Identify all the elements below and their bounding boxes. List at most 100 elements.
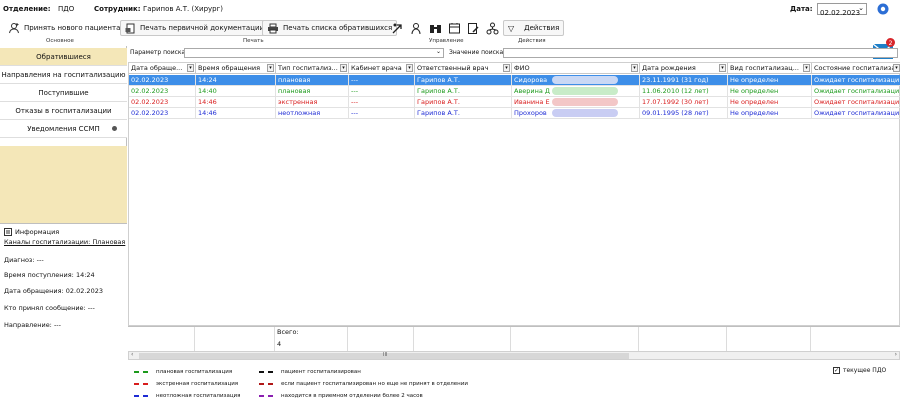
column-header[interactable]: Тип госпитализ... ▾ (276, 63, 349, 74)
table-cell: 14:24 (196, 75, 276, 86)
redacted-name-mask (552, 109, 618, 117)
column-header[interactable]: Кабинет врача ▾ (349, 63, 415, 74)
table-row[interactable]: 02.02.2023 14:46 неотложная --- Гарипов А.Т.… (129, 108, 900, 119)
info-accepted-by: Кто принял сообщение: --- (4, 304, 95, 312)
print-list-label: Печать списка обратившихся (283, 24, 393, 32)
binoculars-button[interactable] (427, 20, 444, 36)
legend-swatch (259, 395, 273, 397)
legend-item: пациент госпитализирован (259, 369, 361, 375)
filter-dropdown-icon[interactable]: ▾ (503, 64, 510, 72)
sidebar-item-admitted[interactable]: Поступившие (0, 84, 127, 102)
sidebar-item-applicants[interactable]: Обратившиеся (0, 48, 127, 66)
footer-cell (511, 327, 639, 352)
structure-icon (486, 22, 499, 34)
calendar-button[interactable] (446, 20, 463, 36)
sidebar-item-label: Направления на госпитализацию (1, 70, 126, 79)
filter-dropdown-icon[interactable]: ▾ (406, 64, 413, 72)
print-primary-button[interactable]: Печать первичной документации (120, 20, 270, 36)
search-value-input[interactable] (503, 48, 898, 58)
filter-dropdown-icon[interactable]: ▾ (893, 64, 900, 72)
column-header-label: Тип госпитализ... (278, 64, 338, 72)
legend-item: если пациент госпитализирован но еще не … (259, 381, 468, 387)
actions-button[interactable]: ▽ Действия (503, 20, 565, 36)
current-pdo-checkbox[interactable]: ✓ текущее ПДО (833, 367, 886, 374)
table-cell: 02.02.2023 (129, 86, 196, 97)
sidebar-item-refusals[interactable]: Отказы в госпитализации (0, 102, 127, 120)
search-value-label: Значение поиска (449, 49, 504, 56)
column-header[interactable]: Дата рождения ▾ (640, 63, 728, 74)
table-cell: 14:40 (196, 86, 276, 97)
print-list-button[interactable]: Печать списка обратившихся (262, 20, 398, 36)
print-document-icon (125, 23, 135, 33)
scroll-left-icon[interactable]: ‹ (131, 351, 133, 358)
filter-dropdown-icon[interactable]: ▾ (187, 64, 194, 72)
table-cell: плановая (276, 86, 349, 97)
table-cell: Гарипов А.Т. (415, 86, 512, 97)
table-cell: Ожидает госпитализаци (812, 108, 900, 119)
chevron-down-icon: ⌄ (435, 48, 441, 55)
horizontal-scrollbar[interactable]: ‹ III › (128, 351, 900, 360)
gear-icon[interactable] (876, 2, 890, 16)
table-cell: 11.06.2010 (12 лет) (640, 86, 728, 97)
info-channels[interactable]: Каналы госпитализации: Плановая (4, 238, 125, 246)
filter-dropdown-icon[interactable]: ▾ (719, 64, 726, 72)
legend-swatch (134, 383, 148, 385)
filter-dropdown-icon[interactable]: ▾ (631, 64, 638, 72)
legend-label: пациент госпитализирован (281, 369, 361, 375)
edit-document-button[interactable] (465, 20, 482, 36)
filter-dropdown-icon[interactable]: ▾ (340, 64, 347, 72)
current-pdo-label: текущее ПДО (843, 367, 887, 374)
footer-cell (195, 327, 275, 352)
table-cell: неотложная (276, 108, 349, 119)
group-main-label: Основное (46, 38, 74, 44)
sidebar-filler (0, 146, 127, 223)
column-header-label: Состояние госпитализаци (814, 64, 900, 72)
table-cell: Ожидает госпитализаци (812, 86, 900, 97)
check-icon: ✓ (833, 367, 840, 374)
column-header[interactable]: Вид госпитализац... ▾ (728, 63, 812, 74)
top-bar: Отделение: ПДО Сотрудник: Гарипов А.Т. (… (0, 0, 900, 18)
column-header[interactable]: ФИО ▾ (512, 63, 640, 74)
table-row[interactable]: 02.02.2023 14:40 плановая --- Гарипов А.Т. Ав… (129, 86, 900, 97)
legend-swatch (134, 395, 148, 397)
table-cell: 09.01.1995 (28 лет) (640, 108, 728, 119)
table-cell: 02.02.2023 (129, 97, 196, 108)
legend-label: экстренная госпитализация (156, 381, 239, 387)
accept-patient-button[interactable]: Принять нового пациента (3, 20, 126, 36)
search-param-select[interactable]: ⌄ (184, 48, 444, 58)
column-header[interactable]: Время обращения ▾ (196, 63, 276, 74)
column-header-label: Дата рождения (642, 64, 696, 72)
patient-button[interactable] (408, 20, 425, 36)
table-cell: 02.02.2023 (129, 108, 196, 119)
chevron-down-icon: ▽ (508, 23, 515, 33)
table-cell: --- (349, 97, 415, 108)
scroll-right-icon[interactable]: › (895, 351, 897, 358)
transfer-button[interactable] (389, 20, 406, 36)
column-header-label: Ответственный врач (417, 64, 489, 72)
table-row[interactable]: 02.02.2023 14:24 плановая --- Гарипов А.Т. Си… (129, 75, 900, 86)
mail-badge: 2 (889, 40, 893, 47)
print-primary-label: Печать первичной документации (140, 24, 265, 32)
department-value: ПДО (58, 5, 75, 13)
filter-dropdown-icon[interactable]: ▾ (267, 64, 274, 72)
info-arrival-time: Время поступления: 14:24 (4, 271, 95, 279)
table-row[interactable]: 02.02.2023 14:46 экстренная --- Гарипов А.Т.… (129, 97, 900, 108)
filter-dropdown-icon[interactable]: ▾ (803, 64, 810, 72)
column-header[interactable]: Дата обраще... ▾ (129, 63, 196, 74)
sidebar-item-referrals[interactable]: Направления на госпитализацию (0, 66, 127, 84)
sidebar-item-notifications[interactable]: Уведомления ССМП (0, 120, 127, 138)
legend: плановая госпитализация экстренная госпи… (128, 362, 900, 403)
table-cell: экстренная (276, 97, 349, 108)
date-select[interactable]: 02.02.2023 ⌄ (817, 3, 867, 17)
group-manage-label: Управление (429, 38, 464, 44)
table-footer: Всего: 4 (128, 326, 900, 352)
legend-label: неотложная госпитализация (156, 393, 241, 399)
info-panel: Информация Каналы госпитализации: Планов… (0, 223, 127, 403)
column-header[interactable]: Состояние госпитализаци ▾ (812, 63, 900, 74)
column-header[interactable]: Ответственный врач ▾ (415, 63, 512, 74)
structure-button[interactable] (484, 20, 501, 36)
legend-swatch (134, 371, 148, 373)
column-header-label: Кабинет врача (351, 64, 402, 72)
info-direction: Направление: --- (4, 321, 61, 329)
sidebar-item-label: Уведомления ССМП (27, 124, 100, 133)
